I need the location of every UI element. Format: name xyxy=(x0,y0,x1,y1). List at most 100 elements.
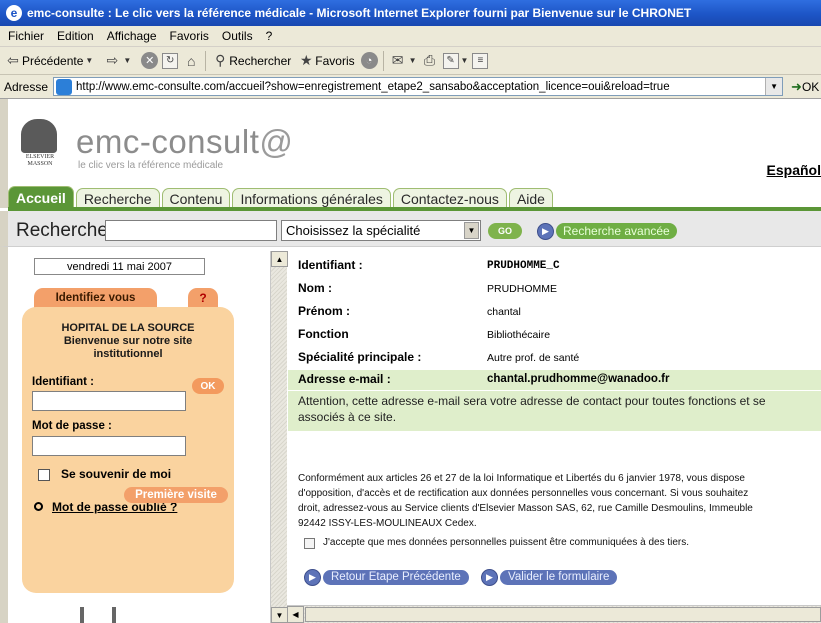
profile-row-fonction: Fonction Bibliothécaire xyxy=(288,323,821,346)
search-button[interactable]: ⚲ Rechercher xyxy=(211,52,291,70)
menu-favoris[interactable]: Favoris xyxy=(170,29,209,43)
site-logo[interactable]: emc-consult@ xyxy=(76,125,293,159)
arrow-right-icon: ▶ xyxy=(304,568,321,586)
chevron-down-icon[interactable]: ▼ xyxy=(765,78,783,95)
history-icon[interactable]: ◔ xyxy=(360,52,378,69)
remember-me-checkbox[interactable] xyxy=(38,469,50,481)
site-tagline: le clic vers la référence médicale xyxy=(78,160,224,171)
menu-edition[interactable]: Edition xyxy=(57,29,94,43)
horizontal-scrollbar[interactable]: ◀ xyxy=(287,605,821,623)
menu-affichage[interactable]: Affichage xyxy=(107,29,157,43)
browser-toolbar: ⇦ Précédente ▼ ⇨ ▼ ✕ ↻ ⌂ ⚲ Rechercher ★ … xyxy=(0,47,821,75)
advanced-search-label: Recherche avancée xyxy=(556,223,677,239)
scroll-up-icon[interactable]: ▲ xyxy=(271,251,288,267)
forgot-password-radio[interactable] xyxy=(34,502,43,511)
favorites-button[interactable]: ★ Favoris xyxy=(297,52,355,70)
address-field[interactable]: http://www.emc-consulte.com/accueil?show… xyxy=(53,77,784,96)
arrow-right-icon: ▶ xyxy=(481,568,498,586)
home-icon[interactable]: ⌂ xyxy=(182,52,200,70)
tab-recherche[interactable]: Recherche xyxy=(75,188,160,208)
favorites-button-label: Favoris xyxy=(315,53,355,68)
toolbar-separator xyxy=(382,50,384,71)
chevron-down-icon[interactable]: ▼ xyxy=(461,56,469,65)
go-label[interactable]: OK xyxy=(802,80,819,94)
toolbar-separator xyxy=(205,50,207,71)
profile-row-nom: Nom : PRUDHOMME xyxy=(288,277,821,300)
brand-at: @ xyxy=(259,123,294,160)
forward-button[interactable]: ⇨ ▼ xyxy=(103,52,135,70)
go-button[interactable]: GO xyxy=(488,223,522,239)
row-value: chantal xyxy=(487,306,521,318)
sidebar: vendredi 11 mai 2007 Identifiez vous ? H… xyxy=(0,247,243,623)
identifier-input[interactable] xyxy=(32,391,186,411)
row-value: Autre prof. de santé xyxy=(487,352,580,364)
menu-outils[interactable]: Outils xyxy=(222,29,253,43)
chevron-down-icon[interactable]: ▼ xyxy=(464,222,479,239)
internet-explorer-icon: e xyxy=(6,5,22,21)
remember-me-label: Se souvenir de moi xyxy=(61,467,172,481)
back-button[interactable]: ⇦ Précédente ▼ xyxy=(4,52,97,70)
menu-help[interactable]: ? xyxy=(266,29,273,43)
tab-contactez-nous[interactable]: Contactez-nous xyxy=(392,188,507,208)
login-ok-button[interactable]: OK xyxy=(192,378,224,394)
mail-icon[interactable]: ✉ xyxy=(389,52,407,70)
back-label: Précédente xyxy=(22,53,84,68)
row-value: Bibliothécaire xyxy=(487,329,551,341)
menu-fichier[interactable]: Fichier xyxy=(8,29,44,43)
main-content: Identifiant : PRUDHOMME_C Nom : PRUDHOMM… xyxy=(288,251,821,605)
scroll-left-icon[interactable]: ◀ xyxy=(287,606,304,623)
help-tab[interactable]: ? xyxy=(188,288,218,308)
tab-informations-generales[interactable]: Informations générales xyxy=(232,188,391,208)
identify-tab[interactable]: Identifiez vous xyxy=(34,288,157,308)
consent-checkbox[interactable] xyxy=(304,538,315,549)
discuss-icon[interactable]: ≡ xyxy=(472,52,489,69)
scroll-thumb[interactable] xyxy=(305,607,821,622)
scroll-down-icon[interactable]: ▼ xyxy=(271,607,288,623)
row-label: Prénom : xyxy=(298,304,351,318)
chevron-down-icon: ▼ xyxy=(123,56,132,65)
main-nav: Accueil Recherche Contenu Informations g… xyxy=(0,186,821,208)
search-label: Recherche xyxy=(16,220,108,241)
profile-row-email: Adresse e-mail : chantal.prudhomme@wanad… xyxy=(288,370,821,390)
window-title: emc-consulte : Le clic vers la référence… xyxy=(27,6,692,20)
forward-arrow-icon: ⇨ xyxy=(106,52,119,68)
edit-icon[interactable]: ✎ xyxy=(442,52,459,69)
elsevier-masson-logo[interactable]: ELSEVIER MASSON xyxy=(21,119,59,167)
email-warning: Attention, cette adresse e-mail sera vot… xyxy=(288,391,821,431)
identifier-label: Identifiant : xyxy=(32,376,94,388)
refresh-icon[interactable]: ↻ xyxy=(162,52,179,69)
tab-contenu[interactable]: Contenu xyxy=(161,188,231,208)
chevron-down-icon: ▼ xyxy=(85,56,94,65)
advanced-search-button[interactable]: ▶ Recherche avancée xyxy=(537,222,677,240)
profile-row-prenom: Prénom : chantal xyxy=(288,300,821,323)
first-visit-button[interactable]: Première visite xyxy=(124,487,228,503)
back-step-button[interactable]: ▶ Retour Etape Précédente xyxy=(304,568,469,586)
profile-row-identifiant: Identifiant : PRUDHOMME_C xyxy=(288,254,821,277)
tab-aide[interactable]: Aide xyxy=(508,188,553,208)
address-url: http://www.emc-consulte.com/accueil?show… xyxy=(76,80,670,93)
submit-form-button[interactable]: ▶ Valider le formulaire xyxy=(481,568,618,586)
profile-row-specialite: Spécialité principale : Autre prof. de s… xyxy=(288,346,821,369)
stop-icon[interactable]: ✕ xyxy=(141,52,159,69)
specialty-selected: Choisissez la spécialité xyxy=(286,223,421,238)
specialty-select[interactable]: Choisissez la spécialité ▼ xyxy=(281,220,481,241)
tab-accueil[interactable]: Accueil xyxy=(8,186,74,208)
row-label: Fonction xyxy=(298,327,349,341)
submit-form-label: Valider le formulaire xyxy=(500,569,618,585)
favorites-star-icon: ★ xyxy=(299,52,313,68)
password-input[interactable] xyxy=(32,436,186,456)
legal-notice: Conformément aux articles 26 et 27 de la… xyxy=(298,473,753,529)
address-label: Adresse xyxy=(4,79,49,94)
row-value: PRUDHOMME_C xyxy=(487,260,560,272)
print-icon[interactable]: ⎙ xyxy=(421,52,439,70)
go-arrow-icon[interactable]: ➜ xyxy=(791,79,802,95)
brand-text: emc-consult xyxy=(76,123,260,160)
search-input[interactable] xyxy=(105,220,277,241)
chevron-down-icon[interactable]: ▼ xyxy=(409,56,417,65)
publisher-name: ELSEVIER MASSON xyxy=(25,154,55,167)
row-label: Nom : xyxy=(298,281,332,295)
vertical-scrollbar[interactable]: ▲ ▼ xyxy=(270,251,288,623)
language-link-espanol[interactable]: Español xyxy=(767,162,821,178)
arrow-right-icon: ▶ xyxy=(537,222,554,240)
password-label: Mot de passe : xyxy=(32,420,112,432)
